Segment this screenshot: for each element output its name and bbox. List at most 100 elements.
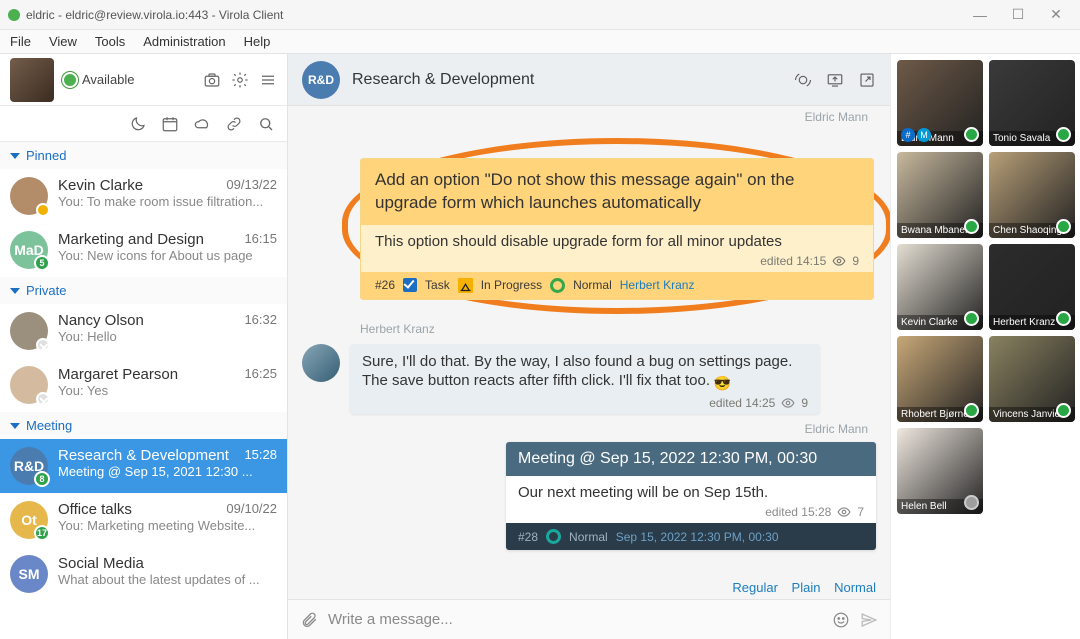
presence-badge: ✕	[36, 338, 50, 352]
eye-icon	[781, 396, 795, 410]
item-name: Social Media	[58, 555, 144, 572]
cloud-icon[interactable]	[193, 115, 211, 133]
presence-dot	[964, 403, 979, 418]
item-name: Margaret Pearson	[58, 366, 178, 383]
settings-icon[interactable]	[231, 71, 249, 89]
section-header[interactable]: Pinned	[0, 142, 287, 169]
mic-icon: M	[917, 128, 931, 142]
sidebar-item[interactable]: R&D8Research & Development15:28Meeting @…	[0, 439, 287, 493]
presence-dot	[964, 495, 979, 510]
sender-label: Herbert Kranz	[302, 318, 876, 338]
meeting-body: Our next meeting will be on Sep 15th.	[518, 484, 768, 501]
participant-tile[interactable]: Kevin Clarke	[897, 244, 983, 330]
item-preview: You: Hello	[58, 329, 277, 344]
filter-plain[interactable]: Plain	[792, 580, 821, 595]
sidebar-item[interactable]: ✕Nancy Olson16:32You: Hello	[0, 304, 287, 358]
link-icon[interactable]	[225, 115, 243, 133]
menu-icon[interactable]	[259, 71, 277, 89]
calendar-icon[interactable]	[161, 115, 179, 133]
item-preview: What about the latest updates of ...	[58, 572, 277, 587]
meeting-edited: edited 15:28	[765, 505, 831, 519]
menu-help[interactable]: Help	[244, 34, 271, 49]
message-edited: edited 14:25	[709, 396, 775, 410]
section-header[interactable]: Private	[0, 277, 287, 304]
composer: Write a message...	[288, 599, 890, 639]
participant-tile[interactable]: Eldric Mann#M	[897, 60, 983, 146]
send-icon[interactable]	[860, 611, 878, 629]
moon-icon[interactable]	[129, 115, 147, 133]
participant-tile[interactable]: Bwana Mbanefo	[897, 152, 983, 238]
participant-tile[interactable]: Helen Bell	[897, 428, 983, 514]
meeting-card[interactable]: Meeting @ Sep 15, 2022 12:30 PM, 00:30 O…	[506, 442, 876, 550]
avatar: SM	[10, 555, 48, 593]
task-card[interactable]: Add an option "Do not show this message …	[360, 158, 874, 300]
titlebar: eldric - eldric@review.virola.io:443 - V…	[0, 0, 1080, 30]
item-time: 09/10/22	[226, 501, 277, 518]
priority-icon	[546, 529, 561, 544]
menu-tools[interactable]: Tools	[95, 34, 125, 49]
filter-regular[interactable]: Regular	[732, 580, 778, 595]
meeting-schedule[interactable]: Sep 15, 2022 12:30 PM, 00:30	[616, 530, 779, 544]
participant-tile[interactable]: Vincens Janvier	[989, 336, 1075, 422]
item-time: 09/13/22	[226, 177, 277, 194]
participant-tile[interactable]: Rhobert Bjørnen	[897, 336, 983, 422]
screen-share-icon[interactable]	[826, 71, 844, 89]
presence-dot	[964, 219, 979, 234]
item-time: 16:15	[244, 231, 277, 248]
message-avatar[interactable]	[302, 344, 340, 382]
sidebar: Available PinnedKevin Clarke09/13/22You:…	[0, 54, 288, 639]
status-pill[interactable]: Available	[62, 72, 203, 88]
minimize-button[interactable]: —	[962, 3, 998, 27]
filter-normal[interactable]: Normal	[834, 580, 876, 595]
menu-view[interactable]: View	[49, 34, 77, 49]
chevron-down-icon	[10, 423, 20, 429]
item-name: Marketing and Design	[58, 231, 204, 248]
message-bubble[interactable]: Sure, I'll do that. By the way, I also f…	[350, 344, 820, 415]
profile-area[interactable]: Available	[0, 54, 287, 106]
task-views: 9	[852, 254, 859, 268]
maximize-button[interactable]: ☐	[1000, 3, 1036, 27]
section-header[interactable]: Meeting	[0, 412, 287, 439]
task-assignee[interactable]: Herbert Kranz	[620, 278, 695, 292]
participant-tile[interactable]: Herbert Kranz	[989, 244, 1075, 330]
menubar: File View Tools Administration Help	[0, 30, 1080, 54]
sunglasses-emoji: 😎	[714, 375, 731, 392]
app-status-dot	[8, 9, 20, 21]
item-time: 15:28	[244, 447, 277, 464]
item-preview: You: Marketing meeting Website...	[58, 518, 277, 533]
menu-admin[interactable]: Administration	[143, 34, 225, 49]
window-title: eldric - eldric@review.virola.io:443 - V…	[26, 8, 962, 22]
avatar: ✕	[10, 312, 48, 350]
message-input[interactable]: Write a message...	[328, 611, 822, 628]
call-icon[interactable]	[794, 71, 812, 89]
close-button[interactable]: ✕	[1038, 3, 1074, 27]
task-priority: Normal	[573, 278, 612, 292]
search-icon[interactable]	[257, 115, 275, 133]
presence-badge: ✕	[36, 392, 50, 406]
item-preview: You: To make room issue filtration...	[58, 194, 277, 209]
sidebar-item[interactable]: Ot17Office talks09/10/22You: Marketing m…	[0, 493, 287, 547]
avatar	[10, 177, 48, 215]
expand-icon[interactable]	[858, 71, 876, 89]
item-time: 16:32	[244, 312, 277, 329]
status-label: Available	[82, 72, 135, 87]
sidebar-item[interactable]: Kevin Clarke09/13/22You: To make room is…	[0, 169, 287, 223]
item-preview: You: Yes	[58, 383, 277, 398]
section-label: Private	[26, 283, 66, 298]
sidebar-item[interactable]: SM Social MediaWhat about the latest upda…	[0, 547, 287, 601]
attach-icon[interactable]	[300, 611, 318, 629]
sidebar-item[interactable]: ✕Margaret Pearson16:25You: Yes	[0, 358, 287, 412]
hash-icon: #	[901, 128, 915, 142]
presence-badge: 5	[34, 255, 50, 271]
menu-file[interactable]: File	[10, 34, 31, 49]
section-label: Meeting	[26, 418, 72, 433]
chat-scroll[interactable]: Eldric Mann Add an option "Do not show t…	[288, 106, 890, 580]
meeting-views: 7	[857, 505, 864, 519]
emoji-icon[interactable]	[832, 611, 850, 629]
sender-label: Eldric Mann	[302, 106, 876, 126]
sidebar-item[interactable]: MaD5Marketing and Design16:15You: New ic…	[0, 223, 287, 277]
participant-tile[interactable]: Chen Shaoqing	[989, 152, 1075, 238]
task-type: Task	[425, 278, 450, 292]
participant-tile[interactable]: Tonio Savala	[989, 60, 1075, 146]
camera-icon[interactable]	[203, 71, 221, 89]
